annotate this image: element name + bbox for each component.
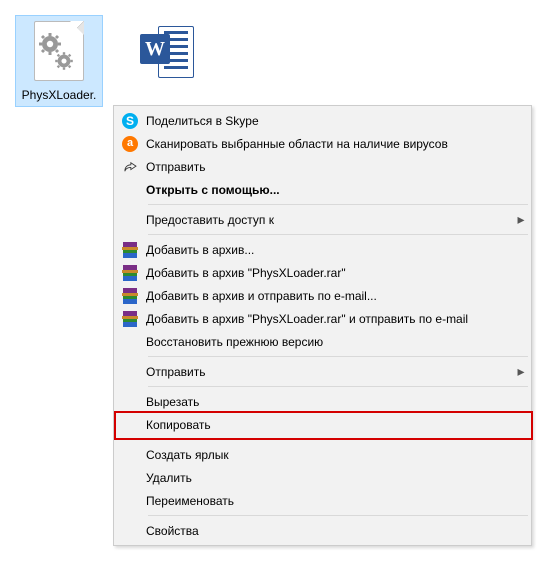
menu-scan-virus[interactable]: a Сканировать выбранные области на налич… [116, 132, 529, 155]
menu-label: Отправить [144, 160, 529, 174]
menu-rar-add-named[interactable]: Добавить в архив "PhysXLoader.rar" [116, 261, 529, 284]
menu-label: Добавить в архив и отправить по e-mail..… [144, 289, 529, 303]
menu-label: Добавить в архив... [144, 243, 529, 257]
menu-delete[interactable]: Удалить [116, 466, 529, 489]
menu-properties[interactable]: Свойства [116, 519, 529, 542]
menu-label: Предоставить доступ к [144, 213, 513, 227]
menu-label: Поделиться в Skype [144, 114, 529, 128]
file-physxloader[interactable]: PhysXLoader. [16, 16, 102, 106]
menu-label: Переименовать [144, 494, 529, 508]
menu-separator [148, 356, 528, 357]
file-word-doc[interactable]: W [124, 16, 210, 92]
context-menu: S Поделиться в Skype a Сканировать выбра… [113, 105, 532, 546]
share-icon [116, 156, 144, 178]
menu-send-to[interactable]: Отправить ▸ [116, 360, 529, 383]
desktop[interactable]: PhysXLoader. W S Поделиться в Skype a Ск… [0, 0, 552, 562]
antivirus-icon: a [116, 133, 144, 155]
menu-label: Отправить [144, 365, 513, 379]
word-file-icon: W [124, 16, 210, 86]
file-label [124, 86, 210, 92]
menu-rar-add[interactable]: Добавить в архив... [116, 238, 529, 261]
menu-open-with[interactable]: Открыть с помощью... [116, 178, 529, 201]
chevron-right-icon: ▸ [513, 211, 529, 228]
menu-create-shortcut[interactable]: Создать ярлык [116, 443, 529, 466]
menu-separator [148, 204, 528, 205]
menu-rar-email-named[interactable]: Добавить в архив "PhysXLoader.rar" и отп… [116, 307, 529, 330]
menu-rename[interactable]: Переименовать [116, 489, 529, 512]
menu-label: Создать ярлык [144, 448, 529, 462]
file-label: PhysXLoader. [16, 86, 102, 106]
winrar-icon [116, 285, 144, 307]
menu-grant-access[interactable]: Предоставить доступ к ▸ [116, 208, 529, 231]
chevron-right-icon: ▸ [513, 363, 529, 380]
skype-icon: S [116, 110, 144, 132]
menu-share-skype[interactable]: S Поделиться в Skype [116, 109, 529, 132]
menu-label: Добавить в архив "PhysXLoader.rar" [144, 266, 529, 280]
menu-label: Восстановить прежнюю версию [144, 335, 529, 349]
winrar-icon [116, 239, 144, 261]
menu-separator [148, 386, 528, 387]
menu-label: Вырезать [144, 395, 529, 409]
menu-rar-email[interactable]: Добавить в архив и отправить по e-mail..… [116, 284, 529, 307]
menu-label: Удалить [144, 471, 529, 485]
winrar-icon [116, 262, 144, 284]
menu-label: Копировать [144, 418, 529, 432]
menu-label: Добавить в архив "PhysXLoader.rar" и отп… [144, 312, 529, 326]
menu-separator [148, 234, 528, 235]
settings-file-icon [16, 16, 102, 86]
menu-separator [148, 515, 528, 516]
menu-label: Сканировать выбранные области на наличие… [144, 137, 529, 151]
menu-separator [148, 439, 528, 440]
menu-cut[interactable]: Вырезать [116, 390, 529, 413]
menu-send-top[interactable]: Отправить [116, 155, 529, 178]
menu-label: Открыть с помощью... [144, 183, 529, 197]
menu-label: Свойства [144, 524, 529, 538]
menu-restore-version[interactable]: Восстановить прежнюю версию [116, 330, 529, 353]
winrar-icon [116, 308, 144, 330]
menu-copy[interactable]: Копировать [116, 413, 529, 436]
